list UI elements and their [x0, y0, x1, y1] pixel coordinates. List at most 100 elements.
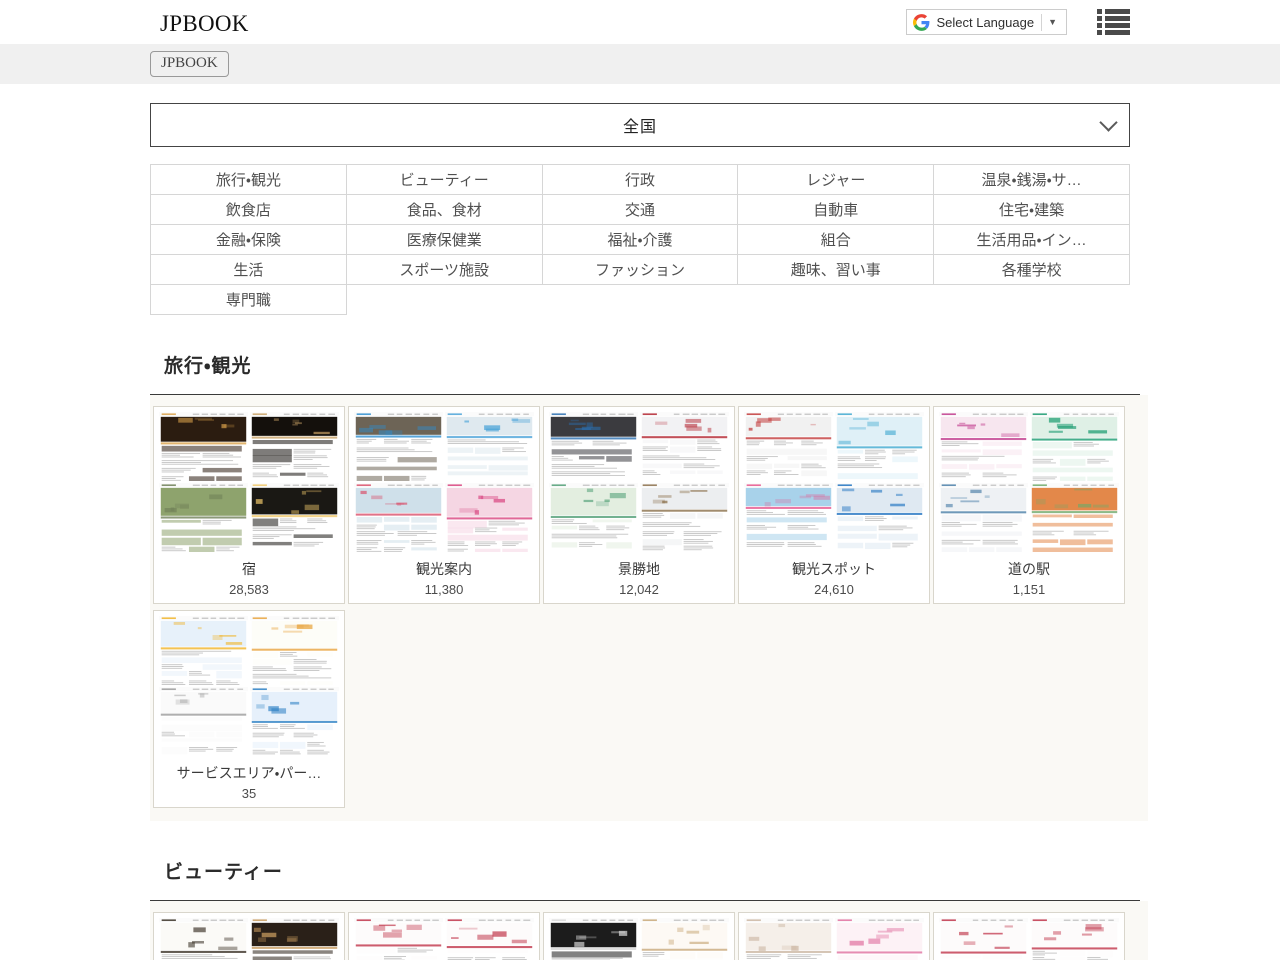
category-cell[interactable]: 行政: [542, 165, 738, 195]
card-count: 1,151: [939, 582, 1119, 597]
site-thumbnail: [354, 412, 443, 481]
site-thumbnail: [835, 483, 924, 552]
category-card[interactable]: [153, 912, 345, 960]
card-count: 11,380: [354, 582, 534, 597]
content-wrap: 全国 旅行・観光ビューティー行政レジャー温泉・銭湯・サ…飲食店食品、食材交通自動…: [150, 103, 1130, 960]
category-cell[interactable]: 生活: [151, 255, 347, 285]
site-thumbnail: [939, 483, 1028, 552]
site-thumbnail: [640, 918, 729, 960]
region-select-value: 全国: [623, 113, 657, 137]
category-card[interactable]: 宿28,583: [153, 406, 345, 604]
category-cell[interactable]: 金融・保険: [151, 225, 347, 255]
category-cell[interactable]: 交通: [542, 195, 738, 225]
category-cell-empty: [738, 285, 934, 315]
category-row: 旅行・観光ビューティー行政レジャー温泉・銭湯・サ…: [151, 165, 1130, 195]
category-cell[interactable]: 各種学校: [934, 255, 1130, 285]
card-count: 24,610: [744, 582, 924, 597]
category-cell[interactable]: 食品、食材: [346, 195, 542, 225]
site-thumbnail: [640, 483, 729, 552]
category-cell[interactable]: 飲食店: [151, 195, 347, 225]
category-card[interactable]: 道の駅 1,151: [933, 406, 1125, 604]
site-thumbnail: [549, 412, 638, 481]
site-thumbnail: [250, 483, 339, 552]
site-thumbnail: [354, 483, 443, 552]
thumbnail-collage: [744, 918, 924, 960]
card-count: 28,583: [159, 582, 339, 597]
category-section: ビューティー: [150, 857, 1130, 960]
site-thumbnail: [445, 918, 534, 960]
card-label: 道の駅: [939, 559, 1119, 579]
category-cell[interactable]: ファッション: [542, 255, 738, 285]
menu-line: [1097, 9, 1130, 14]
menu-line: [1097, 30, 1130, 35]
google-translate-widget[interactable]: Select Language ▼: [906, 9, 1067, 35]
site-thumbnail: [445, 483, 534, 552]
site-thumbnail: [159, 918, 248, 960]
category-section: 旅行・観光宿28,583観光案内11,380景勝地12,042観光スポット24,…: [150, 351, 1130, 821]
category-card[interactable]: 観光案内11,380: [348, 406, 540, 604]
card-grid: 宿28,583観光案内11,380景勝地12,042観光スポット24,610道の…: [150, 395, 1148, 821]
site-thumbnail: [159, 616, 248, 685]
category-cell[interactable]: 専門職: [151, 285, 347, 315]
section-title: ビューティー: [150, 857, 1130, 884]
breadcrumb-item-home[interactable]: JPBOOK: [150, 51, 229, 77]
site-thumbnail: [250, 412, 339, 481]
category-card[interactable]: [543, 912, 735, 960]
site-thumbnail: [445, 412, 534, 481]
site-thumbnail: [744, 918, 833, 960]
site-thumbnail: [835, 412, 924, 481]
card-label: 景勝地: [549, 559, 729, 579]
site-thumbnail: [1030, 483, 1119, 552]
site-thumbnail: [1030, 918, 1119, 960]
site-thumbnail: [250, 687, 339, 756]
category-card[interactable]: サービスエリア・パー…35: [153, 610, 345, 808]
category-cell[interactable]: 自動車: [738, 195, 934, 225]
category-card[interactable]: 観光スポット24,610: [738, 406, 930, 604]
page-root: JPBOOK Select Language ▼: [0, 0, 1280, 960]
chevron-down-icon: [1099, 113, 1117, 131]
category-row: 金融・保険医療保健業福祉・介護組合生活用品・イン…: [151, 225, 1130, 255]
site-thumbnail: [549, 483, 638, 552]
category-cell[interactable]: 福祉・介護: [542, 225, 738, 255]
translate-caret-icon[interactable]: ▼: [1042, 18, 1064, 27]
category-row: 専門職: [151, 285, 1130, 315]
thumbnail-collage: [354, 412, 534, 552]
thumbnail-collage: [549, 918, 729, 960]
thumbnail-collage: [939, 918, 1119, 960]
site-thumbnail: [250, 616, 339, 685]
category-cell[interactable]: スポーツ施設: [346, 255, 542, 285]
category-card[interactable]: [933, 912, 1125, 960]
breadcrumb: JPBOOK: [0, 44, 1280, 84]
category-cell[interactable]: 住宅・建築: [934, 195, 1130, 225]
card-count: 35: [159, 786, 339, 801]
category-cell[interactable]: 生活用品・イン…: [934, 225, 1130, 255]
thumbnail-collage: [939, 412, 1119, 552]
site-thumbnail: [640, 412, 729, 481]
category-cell[interactable]: 趣味、習い事: [738, 255, 934, 285]
site-thumbnail: [744, 483, 833, 552]
category-cell[interactable]: レジャー: [738, 165, 934, 195]
site-thumbnail: [939, 918, 1028, 960]
site-thumbnail: [744, 412, 833, 481]
region-select[interactable]: 全国: [150, 103, 1130, 147]
category-cell[interactable]: ビューティー: [346, 165, 542, 195]
menu-line: [1097, 23, 1130, 28]
site-thumbnail: [250, 918, 339, 960]
menu-line: [1097, 16, 1130, 21]
category-cell[interactable]: 組合: [738, 225, 934, 255]
thumbnail-collage: [159, 616, 339, 756]
category-cell-empty: [934, 285, 1130, 315]
hamburger-list-icon[interactable]: [1097, 9, 1130, 36]
category-card[interactable]: [738, 912, 930, 960]
category-row: 生活スポーツ施設ファッション趣味、習い事各種学校: [151, 255, 1130, 285]
category-table-body: 旅行・観光ビューティー行政レジャー温泉・銭湯・サ…飲食店食品、食材交通自動車住宅…: [151, 165, 1130, 315]
header-actions: Select Language ▼: [906, 9, 1130, 36]
category-cell[interactable]: 医療保健業: [346, 225, 542, 255]
category-card[interactable]: [348, 912, 540, 960]
category-row: 飲食店食品、食材交通自動車住宅・建築: [151, 195, 1130, 225]
category-card[interactable]: 景勝地12,042: [543, 406, 735, 604]
translate-label: Select Language: [936, 15, 1041, 30]
site-logo[interactable]: JPBOOK: [160, 12, 249, 35]
category-cell[interactable]: 温泉・銭湯・サ…: [934, 165, 1130, 195]
category-cell[interactable]: 旅行・観光: [151, 165, 347, 195]
